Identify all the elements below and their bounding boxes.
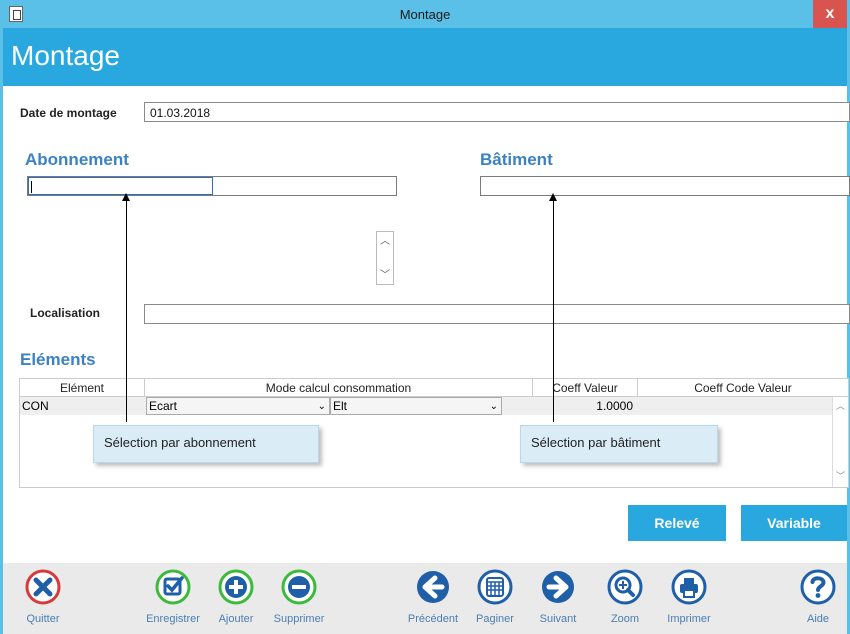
annotation-line xyxy=(126,200,127,422)
quit-button[interactable]: Quitter xyxy=(3,567,83,625)
abonnement-list-scroller[interactable]: ︿ ﹀ xyxy=(376,231,394,285)
scroll-up-icon[interactable]: ︿ xyxy=(377,234,393,250)
quit-icon xyxy=(25,569,61,605)
quit-label: Quitter xyxy=(26,613,60,625)
abonnement-code-field[interactable] xyxy=(28,177,213,195)
elt-value: Elt xyxy=(333,399,348,413)
zoom-icon xyxy=(607,569,643,605)
window-title: Montage xyxy=(399,7,451,22)
help-button[interactable]: Aide xyxy=(778,567,850,625)
plus-icon xyxy=(218,569,254,605)
variable-button[interactable]: Variable xyxy=(741,505,847,541)
cell-coeff-valeur: 1.0000 xyxy=(596,399,633,413)
scroll-up-icon[interactable]: ︿ xyxy=(833,399,848,415)
annotation-batiment: Sélection par bâtiment xyxy=(520,425,718,463)
batiment-combo[interactable] xyxy=(480,176,850,196)
close-button[interactable]: x xyxy=(813,0,847,28)
col-mode-calcul[interactable]: Mode calcul consommation xyxy=(145,379,533,397)
arrow-left-icon xyxy=(417,571,449,603)
date-label: Date de montage xyxy=(20,106,117,120)
scroll-down-icon[interactable]: ﹀ xyxy=(377,268,393,284)
abonnement-combo[interactable] xyxy=(27,176,397,196)
print-button[interactable]: Imprimer xyxy=(649,567,729,625)
elements-title: Eléments xyxy=(20,350,96,369)
delete-button[interactable]: Supprimer xyxy=(259,567,339,625)
help-label: Aide xyxy=(806,613,830,625)
mode-select[interactable]: Ecart ⌄ xyxy=(146,397,330,415)
checkbox-save-icon xyxy=(155,569,191,605)
table-row[interactable]: CON Ecart ⌄ Elt ⌄ 1.0000 xyxy=(20,397,832,415)
elt-select[interactable]: Elt ⌄ xyxy=(330,397,502,415)
col-coeff-code-valeur[interactable]: Coeff Code Valeur xyxy=(638,379,848,397)
minus-icon xyxy=(281,569,317,605)
annotation-line xyxy=(553,200,554,422)
grid-scrollbar[interactable]: ︿ ﹀ xyxy=(832,397,848,487)
localisation-label: Localisation xyxy=(30,306,101,320)
date-field[interactable]: 01.03.2018 xyxy=(144,102,850,122)
calendar-grid-icon xyxy=(477,569,513,605)
title-bar: Montage x xyxy=(3,0,847,28)
date-value: 01.03.2018 xyxy=(150,106,211,120)
scroll-down-icon[interactable]: ﹀ xyxy=(833,469,848,485)
abonnement-name-field[interactable] xyxy=(213,177,396,195)
abonnement-title: Abonnement xyxy=(25,150,129,169)
localisation-field[interactable] xyxy=(144,304,850,324)
annotation-abonnement: Sélection par abonnement xyxy=(93,425,319,463)
batiment-title: Bâtiment xyxy=(480,150,553,169)
cell-coeff-code xyxy=(638,397,828,415)
mode-value: Ecart xyxy=(149,399,178,413)
montage-window: Montage x Montage Date de montage 01.03.… xyxy=(0,0,850,634)
printer-icon xyxy=(671,569,707,605)
delete-label: Supprimer xyxy=(273,613,325,625)
arrow-right-icon xyxy=(542,571,574,603)
chevron-down-icon: ⌄ xyxy=(489,401,498,412)
page-title: Montage xyxy=(3,28,847,86)
print-label: Imprimer xyxy=(667,613,711,625)
releve-button[interactable]: Relevé xyxy=(628,505,726,541)
col-coeff-valeur[interactable]: Coeff Valeur xyxy=(533,379,638,397)
bottom-toolbar: Quitter Enregistrer Ajouter Supprimer Pr… xyxy=(3,563,847,634)
chevron-down-icon: ⌄ xyxy=(317,401,326,412)
question-icon xyxy=(800,569,836,605)
